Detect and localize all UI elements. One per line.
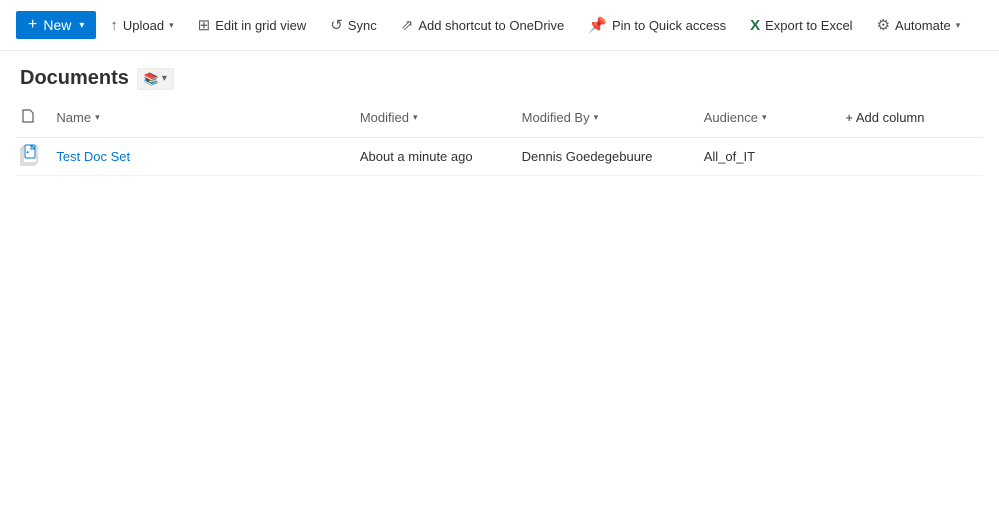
- grid-icon: ⊞: [198, 16, 211, 34]
- audience-value: All_of_IT: [704, 149, 755, 164]
- modified-column-header[interactable]: Modified ▾: [356, 98, 518, 138]
- excel-icon: X: [750, 17, 760, 34]
- upload-icon: ↑: [110, 17, 118, 34]
- sync-label: Sync: [348, 18, 377, 33]
- modified-by-header-label: Modified By: [522, 110, 590, 125]
- modified-sort-icon: ▾: [413, 112, 418, 123]
- file-name-link[interactable]: Test Doc Set: [56, 149, 130, 164]
- modified-by-column-header[interactable]: Modified By ▾: [518, 98, 700, 138]
- library-icon: 📚: [144, 72, 159, 86]
- upload-label: Upload: [123, 18, 164, 33]
- automate-button[interactable]: ⚙ Automate ▾: [867, 10, 971, 40]
- add-column-button[interactable]: + Add column: [845, 106, 924, 129]
- name-sort-icon: ▾: [95, 112, 100, 123]
- sync-button[interactable]: ↺ Sync: [320, 10, 386, 40]
- automate-icon: ⚙: [877, 16, 890, 34]
- view-chevron-icon: ▾: [162, 73, 167, 84]
- add-column-label: + Add column: [845, 110, 924, 125]
- edit-grid-button[interactable]: ⊞ Edit in grid view: [188, 10, 317, 40]
- page-title: Documents: [20, 67, 129, 90]
- row-extra-cell: [841, 138, 983, 176]
- edit-grid-label: Edit in grid view: [215, 18, 306, 33]
- new-button-label: New: [43, 17, 71, 33]
- export-excel-label: Export to Excel: [765, 18, 852, 33]
- modified-header-label: Modified: [360, 110, 409, 125]
- row-name-cell: Test Doc Set: [52, 138, 355, 176]
- documents-table: Name ▾ Modified ▾ Modified By ▾: [16, 98, 983, 176]
- row-modified-cell: About a minute ago: [356, 138, 518, 176]
- pin-quick-access-button[interactable]: 📌 Pin to Quick access: [578, 10, 736, 40]
- select-all-header: [16, 98, 52, 138]
- add-shortcut-label: Add shortcut to OneDrive: [418, 18, 564, 33]
- plus-icon: +: [28, 17, 37, 33]
- row-modified-by-cell: Dennis Goedegebuure: [518, 138, 700, 176]
- table-row: ✦ Test Doc Set About a minute ago Dennis…: [16, 138, 983, 176]
- modified-value: About a minute ago: [360, 149, 473, 164]
- audience-header-label: Audience: [704, 110, 758, 125]
- upload-chevron-icon: ▾: [169, 20, 174, 31]
- shortcut-icon: ⇗: [401, 16, 414, 34]
- audience-sort-icon: ▾: [762, 112, 767, 123]
- toolbar: + New ▾ ↑ Upload ▾ ⊞ Edit in grid view ↺…: [0, 0, 999, 51]
- page-header: Documents 📚 ▾: [0, 51, 999, 98]
- row-icon-cell: ✦: [16, 138, 52, 176]
- automate-chevron-icon: ▾: [956, 20, 961, 31]
- pin-icon: 📌: [588, 16, 607, 34]
- file-type-header-icon: [20, 108, 36, 124]
- modified-by-value: Dennis Goedegebuure: [522, 149, 653, 164]
- file-table-container: Name ▾ Modified ▾ Modified By ▾: [0, 98, 999, 176]
- new-chevron-icon: ▾: [79, 20, 84, 31]
- svg-text:✦: ✦: [26, 150, 30, 156]
- modified-by-sort-icon: ▾: [594, 112, 599, 123]
- new-button[interactable]: + New ▾: [16, 11, 96, 39]
- view-options-button[interactable]: 📚 ▾: [137, 68, 174, 90]
- name-column-header[interactable]: Name ▾: [52, 98, 355, 138]
- export-excel-button[interactable]: X Export to Excel: [740, 11, 862, 40]
- audience-column-header[interactable]: Audience ▾: [700, 98, 842, 138]
- sync-icon: ↺: [330, 16, 343, 34]
- doc-set-icon: ✦: [20, 144, 38, 166]
- name-header-label: Name: [56, 110, 91, 125]
- add-column-header[interactable]: + Add column: [841, 98, 983, 138]
- add-shortcut-button[interactable]: ⇗ Add shortcut to OneDrive: [391, 10, 575, 40]
- row-audience-cell: All_of_IT: [700, 138, 842, 176]
- automate-label: Automate: [895, 18, 951, 33]
- pin-quick-access-label: Pin to Quick access: [612, 18, 726, 33]
- upload-button[interactable]: ↑ Upload ▾: [100, 11, 183, 40]
